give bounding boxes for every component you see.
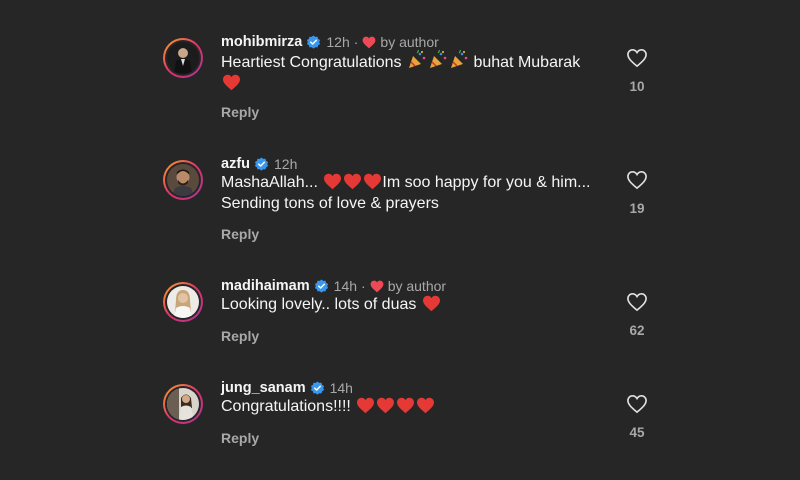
comment-text-part: Looking lovely.. lots of duas <box>221 296 417 313</box>
verified-badge-icon <box>307 34 321 49</box>
avatar-photo <box>167 164 199 196</box>
red-heart-icon <box>397 397 415 414</box>
reply-button[interactable]: Reply <box>221 104 259 120</box>
like-area: 45 <box>621 394 653 440</box>
comment-time: 14h <box>333 278 358 294</box>
separator-dot: · <box>353 34 359 50</box>
username[interactable]: azfu <box>221 156 250 172</box>
comment-text-part: Congratulations!!!! <box>221 398 351 415</box>
comment-time: 12h <box>274 156 298 172</box>
reply-button[interactable]: Reply <box>221 226 259 242</box>
comment-meta: jung_sanam 14h <box>221 378 353 398</box>
comment-meta: madihaimam 14h · by author <box>221 276 446 296</box>
like-heart-outline-icon[interactable] <box>626 292 648 312</box>
like-count[interactable]: 19 <box>621 201 653 216</box>
comment-meta: azfu 12h <box>221 154 297 174</box>
party-popper-icon <box>430 50 447 68</box>
red-heart-icon <box>324 173 342 190</box>
reply-button[interactable]: Reply <box>221 328 259 344</box>
reply-button[interactable]: Reply <box>221 430 259 446</box>
red-heart-icon <box>422 295 440 312</box>
avatar[interactable] <box>163 282 203 322</box>
avatar-photo <box>167 388 199 420</box>
red-heart-icon <box>223 74 240 91</box>
comments-list: mohibmirza 12h · by author Heartiest Con… <box>0 0 800 480</box>
by-author-label: by author <box>380 34 439 50</box>
avatar[interactable] <box>163 38 203 78</box>
like-area: 10 <box>621 48 653 94</box>
red-heart-icon <box>377 397 395 414</box>
like-count[interactable]: 62 <box>621 323 653 338</box>
red-heart-icon <box>364 173 382 190</box>
comment-text-part: MashaAllah... <box>221 174 318 191</box>
like-count[interactable]: 45 <box>621 425 653 440</box>
comment-text: Congratulations!!!! <box>221 396 601 417</box>
username[interactable]: mohibmirza <box>221 34 302 50</box>
avatar[interactable] <box>163 384 203 424</box>
username[interactable]: madihaimam <box>221 278 310 294</box>
author-liked-heart-icon <box>362 36 376 48</box>
avatar-photo <box>167 286 199 318</box>
verified-badge-icon <box>254 156 269 171</box>
comment-text: Heartiest Congratulations buhat Mubarak <box>221 50 601 94</box>
like-heart-outline-icon[interactable] <box>626 170 648 190</box>
red-heart-icon <box>417 397 435 414</box>
author-liked-heart-icon <box>370 280 384 292</box>
comment-text-part: Heartiest Congratulations <box>221 54 402 71</box>
separator-dot: · <box>361 278 366 294</box>
like-area: 19 <box>621 170 653 216</box>
comment-time: 12h <box>326 34 350 50</box>
like-area: 62 <box>621 292 653 338</box>
avatar[interactable] <box>163 160 203 200</box>
party-popper-icon <box>451 50 468 68</box>
comment-text-part: buhat Mubarak <box>473 54 581 71</box>
avatar-photo <box>167 42 199 74</box>
red-heart-icon <box>344 173 362 190</box>
like-heart-outline-icon[interactable] <box>626 394 648 414</box>
comment-meta: mohibmirza 12h · by author <box>221 32 439 52</box>
red-heart-icon <box>357 397 375 414</box>
username[interactable]: jung_sanam <box>221 380 306 396</box>
comment-text: MashaAllah... Im soo happy for you & him… <box>221 172 601 214</box>
comment-text: Looking lovely.. lots of duas <box>221 294 601 315</box>
like-heart-outline-icon[interactable] <box>626 48 648 68</box>
by-author-label: by author <box>387 278 447 294</box>
comment-time: 14h <box>329 380 353 396</box>
verified-badge-icon <box>310 380 324 395</box>
verified-badge-icon <box>314 278 328 293</box>
like-count[interactable]: 10 <box>621 79 653 94</box>
party-popper-icon <box>409 50 426 68</box>
